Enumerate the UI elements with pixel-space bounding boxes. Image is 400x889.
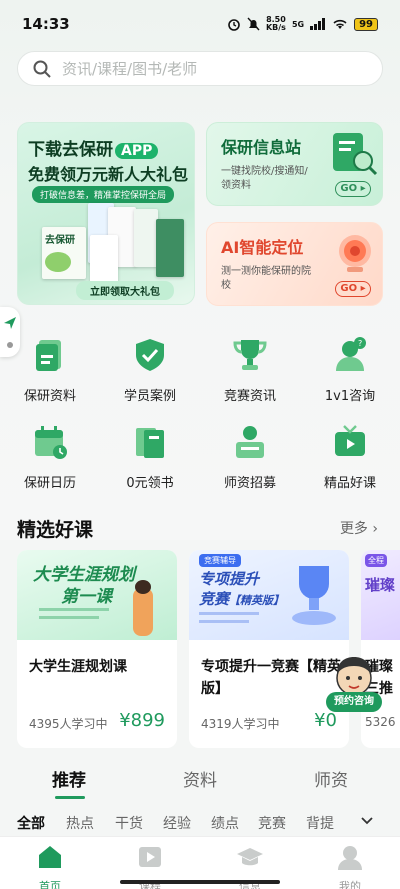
course-learners: 5326 xyxy=(365,715,396,729)
tab-teachers[interactable]: 师资 xyxy=(314,766,348,791)
consult-label: 预约咨询 xyxy=(326,692,382,712)
app-badge: APP xyxy=(115,143,159,159)
status-bar: 14:33 8.50 KB/s 5G 99 xyxy=(0,0,400,48)
course-card[interactable]: 全程 璀璨 璀璨三推 5326 xyxy=(361,550,400,748)
student-illustration xyxy=(133,588,153,636)
course-thumbnail: 全程 璀璨 xyxy=(361,550,400,640)
filter-all[interactable]: 全部 xyxy=(17,813,45,833)
course-thumbnail: 竞赛辅导 专项提升 竞赛【精英版】 xyxy=(189,550,349,640)
tab-materials[interactable]: 资料 xyxy=(183,766,217,791)
info-station-card[interactable]: 保研信息站 一键找院校/搜通知/领资料 GO ▸ xyxy=(206,122,383,206)
ai-go-button[interactable]: GO ▸ xyxy=(335,281,371,297)
tab-recommend[interactable]: 推荐 xyxy=(52,766,86,791)
graduation-cap-icon xyxy=(237,848,263,866)
book-image xyxy=(156,219,184,277)
trophy-icon xyxy=(233,340,267,370)
trophy-illustration xyxy=(292,566,336,625)
course-thumbnail: 大学生涯规划 第一课 xyxy=(17,550,177,640)
info-go-button[interactable]: GO ▸ xyxy=(335,181,371,197)
grid-item-premium-courses[interactable]: 精品好课 xyxy=(300,422,400,491)
grid-label: 学员案例 xyxy=(123,389,176,404)
signal-icon xyxy=(310,18,326,30)
grid-item-free-book[interactable]: 0元领书 xyxy=(100,422,200,491)
home-icon xyxy=(39,846,61,868)
claim-gift-button[interactable]: 立即领取大礼包 xyxy=(76,281,174,300)
consult-float-button[interactable]: 预约咨询 xyxy=(326,654,382,714)
more-link[interactable]: 更多 › xyxy=(340,518,378,538)
filter-background[interactable]: 背提 xyxy=(306,813,334,833)
course-title: 大学生涯规划课 xyxy=(29,659,127,675)
nav-home[interactable]: 首页 xyxy=(20,843,80,889)
consultant-icon: ? xyxy=(336,337,366,371)
banner-subheadline: 免费领万元新人大礼包 xyxy=(28,165,189,184)
book-cover: 去保研 xyxy=(42,227,86,279)
banner-tagline: 打破信息差，精准掌控保研全局 xyxy=(32,186,175,203)
profile-icon xyxy=(338,846,362,870)
signal-label: 5G xyxy=(291,19,305,29)
course-learners: 4319人学习中 xyxy=(201,717,280,731)
grid-label: 保研日历 xyxy=(23,476,76,491)
wifi-icon xyxy=(333,19,347,29)
target-icon xyxy=(339,235,371,272)
grid-label: 0元领书 xyxy=(126,476,174,491)
course-card[interactable]: 大学生涯规划 第一课 大学生涯规划课 4395人学习中 ¥899 xyxy=(17,550,177,748)
download-app-banner[interactable]: 下载去保研 APP 免费领万元新人大礼包 打破信息差，精准掌控保研全局 去保研 立… xyxy=(17,122,195,305)
grid-item-cases[interactable]: 学员案例 xyxy=(100,335,200,404)
grid-item-consult[interactable]: ? 1v1咨询 xyxy=(300,335,400,404)
book-image xyxy=(134,209,158,267)
location-arrow-icon xyxy=(4,317,16,329)
home-indicator xyxy=(120,880,280,884)
featured-courses-title: 精选好课 xyxy=(17,519,94,541)
grid-label: 1v1咨询 xyxy=(324,389,376,404)
filter-gpa[interactable]: 绩点 xyxy=(211,813,239,833)
grid-label: 师资招募 xyxy=(223,476,276,491)
search-bar[interactable] xyxy=(17,51,383,86)
chevron-down-icon[interactable] xyxy=(360,816,374,826)
book-image xyxy=(90,235,118,283)
document-icon xyxy=(36,340,61,371)
course-card[interactable]: 竞赛辅导 专项提升 竞赛【精英版】 专项提升一竞赛【精英版】 4319人学习中 … xyxy=(189,550,349,748)
calendar-icon xyxy=(35,426,67,459)
mute-bell-icon xyxy=(247,17,260,31)
status-time: 14:33 xyxy=(22,15,70,33)
grid-label: 精品好课 xyxy=(323,476,376,491)
ai-positioning-card[interactable]: AI智能定位 测一测你能保研的院校 GO ▸ xyxy=(206,222,383,306)
category-filter: 全部 热点 干货 经验 绩点 竞赛 背提 xyxy=(0,813,400,833)
status-icons: 8.50 KB/s 5G 99 xyxy=(227,16,378,32)
course-price: ¥899 xyxy=(119,710,165,731)
search-input[interactable] xyxy=(62,59,362,78)
grid-item-teacher-recruit[interactable]: 师资招募 xyxy=(200,422,300,491)
teacher-icon xyxy=(236,426,264,458)
filter-competition[interactable]: 竞赛 xyxy=(258,813,286,833)
info-card-title: 保研信息站 xyxy=(221,138,302,157)
tv-icon xyxy=(335,425,365,456)
course-learners: 4395人学习中 xyxy=(29,717,108,731)
search-icon xyxy=(33,60,51,78)
battery-indicator: 99 xyxy=(354,17,378,31)
grid-item-calendar[interactable]: 保研日历 xyxy=(0,422,100,491)
info-card-subtitle: 一键找院校/搜通知/领资料 xyxy=(221,166,308,191)
document-search-icon xyxy=(333,133,378,176)
grid-item-materials[interactable]: 保研资料 xyxy=(0,335,100,404)
book-icon xyxy=(136,428,164,458)
banner-headline: 下载去保研 APP xyxy=(28,135,159,160)
alarm-icon xyxy=(228,19,240,31)
course-title: 专项提升一竞赛【精英版】 xyxy=(201,659,341,697)
active-tab-indicator xyxy=(55,796,85,799)
content-tabs: 推荐 资料 师资 xyxy=(0,766,400,799)
shield-check-icon xyxy=(136,339,164,371)
ai-card-subtitle: 测一测你能保研的院校 xyxy=(221,266,311,291)
network-speed: 8.50 KB/s xyxy=(265,15,286,32)
grid-label: 竞赛资讯 xyxy=(223,389,276,404)
grid-item-competitions[interactable]: 竞赛资讯 xyxy=(200,335,300,404)
course-icon xyxy=(139,847,161,867)
filter-hot[interactable]: 热点 xyxy=(66,813,94,833)
filter-tips[interactable]: 干货 xyxy=(115,813,143,833)
grid-label: 保研资料 xyxy=(23,389,76,404)
nav-profile[interactable]: 我的 xyxy=(320,843,380,889)
filter-experience[interactable]: 经验 xyxy=(163,813,191,833)
svg-text:?: ? xyxy=(358,339,362,348)
ai-card-title: AI智能定位 xyxy=(221,238,304,257)
